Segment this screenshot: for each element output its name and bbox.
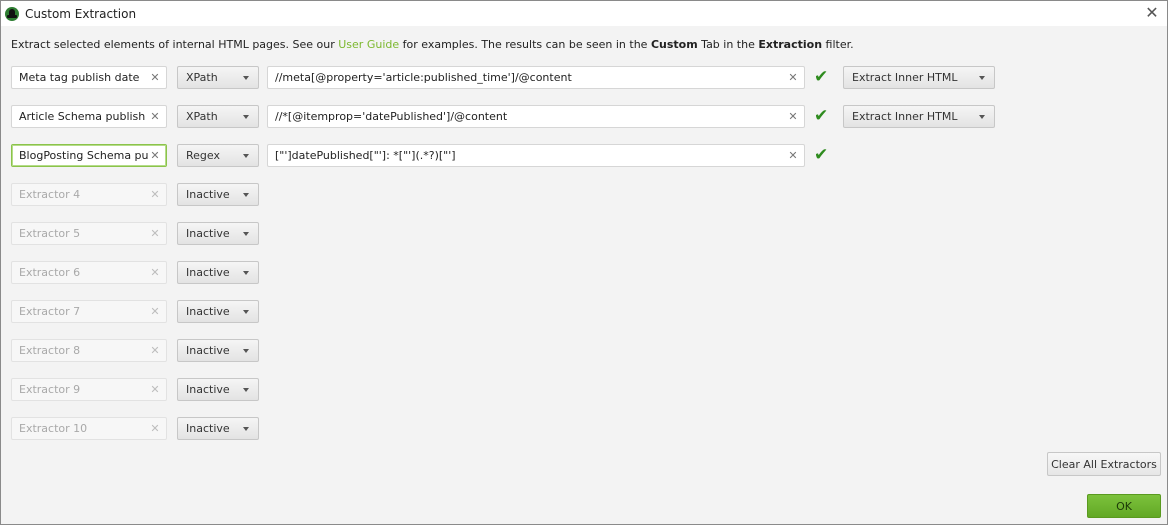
extractor-name-input[interactable]: Extractor 4 ✕ bbox=[11, 183, 167, 206]
app-logo-icon bbox=[5, 6, 19, 21]
clear-name-icon[interactable]: ✕ bbox=[148, 227, 162, 240]
user-guide-link[interactable]: User Guide bbox=[338, 38, 399, 51]
intro-text: Extract selected elements of internal HT… bbox=[11, 38, 854, 51]
chevron-down-icon bbox=[979, 114, 985, 119]
extractor-type-value: XPath bbox=[186, 110, 218, 123]
extractor-name-value: Extractor 5 bbox=[19, 227, 81, 240]
extractor-type-value: Inactive bbox=[186, 383, 230, 396]
chevron-down-icon bbox=[243, 270, 249, 275]
chevron-down-icon bbox=[243, 348, 249, 353]
clear-expression-icon[interactable]: ✕ bbox=[786, 71, 800, 84]
clear-expression-icon[interactable]: ✕ bbox=[786, 149, 800, 162]
clear-name-icon[interactable]: ✕ bbox=[148, 422, 162, 435]
chevron-down-icon bbox=[243, 387, 249, 392]
window-title: Custom Extraction bbox=[25, 6, 137, 21]
chevron-down-icon bbox=[243, 153, 249, 158]
intro-text-part: for examples. The results can be seen in… bbox=[399, 38, 651, 51]
extractor-type-value: XPath bbox=[186, 71, 218, 84]
extractor-type-select[interactable]: Inactive bbox=[177, 300, 259, 323]
clear-all-extractors-button[interactable]: Clear All Extractors bbox=[1047, 452, 1161, 476]
extractor-type-select[interactable]: Inactive bbox=[177, 417, 259, 440]
extractor-name-value: Extractor 4 bbox=[19, 188, 81, 201]
extractor-name-input[interactable]: Meta tag publish date ✕ bbox=[11, 66, 167, 89]
chevron-down-icon bbox=[979, 75, 985, 80]
extract-mode-select[interactable]: Extract Inner HTML bbox=[843, 105, 995, 128]
extractor-type-value: Inactive bbox=[186, 266, 230, 279]
clear-name-icon[interactable]: ✕ bbox=[148, 188, 162, 201]
chevron-down-icon bbox=[243, 75, 249, 80]
extractor-type-select[interactable]: XPath bbox=[177, 66, 259, 89]
extractor-expression-input[interactable]: ["']datePublished["']: *["'](.*?)["'] ✕ bbox=[267, 144, 805, 167]
clear-expression-icon[interactable]: ✕ bbox=[786, 110, 800, 123]
extractor-name-input[interactable]: Article Schema publish date✕ bbox=[11, 105, 167, 128]
extractor-type-value: Inactive bbox=[186, 305, 230, 318]
extractor-name-input[interactable]: Extractor 5 ✕ bbox=[11, 222, 167, 245]
extractor-name-input[interactable]: Extractor 10 ✕ bbox=[11, 417, 167, 440]
extractor-name-value: Extractor 10 bbox=[19, 422, 88, 435]
extractor-name-input[interactable]: Extractor 7 ✕ bbox=[11, 300, 167, 323]
clear-name-icon[interactable]: ✕ bbox=[148, 110, 162, 123]
chevron-down-icon bbox=[243, 309, 249, 314]
extraction-filter-label: Extraction bbox=[758, 38, 823, 51]
extractor-type-select[interactable]: Regex bbox=[177, 144, 259, 167]
clear-name-icon[interactable]: ✕ bbox=[148, 383, 162, 396]
extractor-type-value: Inactive bbox=[186, 227, 230, 240]
extractor-type-select[interactable]: Inactive bbox=[177, 378, 259, 401]
clear-name-icon[interactable]: ✕ bbox=[148, 266, 162, 279]
extractor-expression-input[interactable]: //*[@itemprop='datePublished']/@content ✕ bbox=[267, 105, 805, 128]
extractor-type-value: Inactive bbox=[186, 344, 230, 357]
chevron-down-icon bbox=[243, 192, 249, 197]
extractor-type-select[interactable]: Inactive bbox=[177, 339, 259, 362]
intro-text-part: filter. bbox=[822, 38, 854, 51]
extractor-type-select[interactable]: XPath bbox=[177, 105, 259, 128]
extractor-name-input[interactable]: Extractor 9 ✕ bbox=[11, 378, 167, 401]
extractor-name-value: Extractor 8 bbox=[19, 344, 81, 357]
extract-mode-value: Extract Inner HTML bbox=[852, 71, 958, 84]
valid-checkmark-icon: ✔ bbox=[814, 67, 829, 87]
extractor-expression-input[interactable]: //meta[@property='article:published_time… bbox=[267, 66, 805, 89]
intro-text-part: Tab in the bbox=[697, 38, 759, 51]
extractor-type-value: Inactive bbox=[186, 422, 230, 435]
ok-button[interactable]: OK bbox=[1087, 494, 1161, 518]
extractor-name-value: Extractor 6 bbox=[19, 266, 81, 279]
extractor-name-value: Extractor 7 bbox=[19, 305, 81, 318]
chevron-down-icon bbox=[243, 231, 249, 236]
extractor-name-input[interactable]: Extractor 8 ✕ bbox=[11, 339, 167, 362]
extractor-name-value: Extractor 9 bbox=[19, 383, 81, 396]
extractor-type-value: Inactive bbox=[186, 188, 230, 201]
extractor-expression-value: //meta[@property='article:published_time… bbox=[275, 71, 572, 84]
extractor-name-value: Meta tag publish date bbox=[19, 71, 140, 84]
clear-name-icon[interactable]: ✕ bbox=[148, 344, 162, 357]
chevron-down-icon bbox=[243, 426, 249, 431]
extractor-type-select[interactable]: Inactive bbox=[177, 261, 259, 284]
valid-checkmark-icon: ✔ bbox=[814, 145, 829, 165]
extractor-name-input[interactable]: BlogPosting Schema publish date✕ bbox=[11, 144, 167, 167]
extractor-type-value: Regex bbox=[186, 149, 220, 162]
title-bar: Custom Extraction ✕ bbox=[1, 1, 1167, 26]
extractor-name-value: BlogPosting Schema publish date bbox=[19, 149, 148, 162]
extractor-type-select[interactable]: Inactive bbox=[177, 183, 259, 206]
extractor-type-select[interactable]: Inactive bbox=[177, 222, 259, 245]
intro-text-part: Extract selected elements of internal HT… bbox=[11, 38, 339, 51]
clear-name-icon[interactable]: ✕ bbox=[148, 149, 162, 162]
close-icon[interactable]: ✕ bbox=[1143, 4, 1161, 22]
extract-mode-select[interactable]: Extract Inner HTML bbox=[843, 66, 995, 89]
custom-tab-label: Custom bbox=[650, 38, 698, 51]
chevron-down-icon bbox=[243, 114, 249, 119]
valid-checkmark-icon: ✔ bbox=[814, 106, 829, 126]
clear-name-icon[interactable]: ✕ bbox=[148, 71, 162, 84]
extractor-expression-value: //*[@itemprop='datePublished']/@content bbox=[275, 110, 508, 123]
extractor-name-input[interactable]: Extractor 6 ✕ bbox=[11, 261, 167, 284]
extractor-name-value: Article Schema publish date bbox=[19, 110, 148, 123]
clear-name-icon[interactable]: ✕ bbox=[148, 305, 162, 318]
custom-extraction-dialog: Custom Extraction ✕ Extract selected ele… bbox=[0, 0, 1168, 525]
extractor-expression-value: ["']datePublished["']: *["'](.*?)["'] bbox=[275, 149, 456, 162]
extract-mode-value: Extract Inner HTML bbox=[852, 110, 958, 123]
